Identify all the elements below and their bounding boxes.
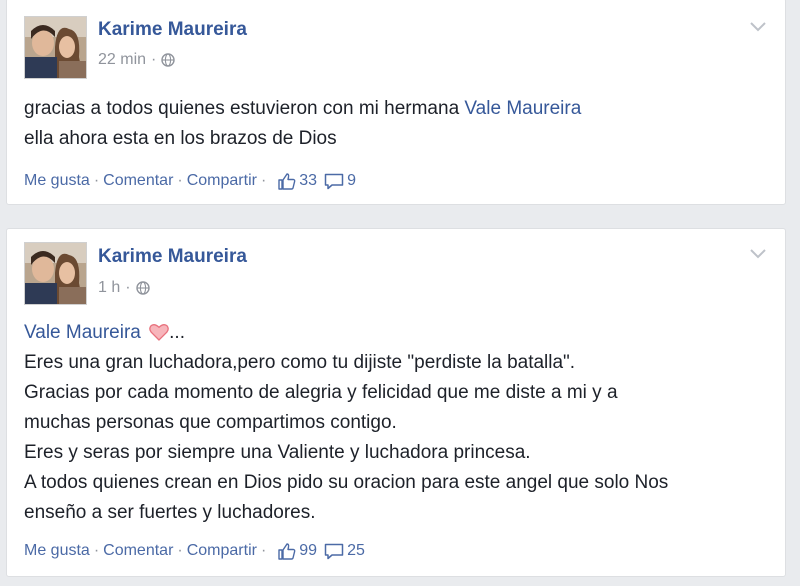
post-text-line: A todos quienes crean en Dios pido su or… — [24, 472, 669, 493]
separator: · — [93, 542, 100, 559]
chevron-down-icon[interactable] — [749, 248, 767, 260]
action-bar: Me gusta · Comentar · Compartir · 33 9 — [24, 172, 356, 190]
comment-count-value: 25 — [347, 542, 365, 559]
separator: · — [260, 172, 267, 189]
post-text: gracias a todos quienes estuvieron con m… — [24, 94, 771, 154]
like-count-value: 99 — [299, 542, 318, 559]
like-count-value: 33 — [299, 172, 318, 189]
mention-link[interactable]: Vale Maureira — [464, 98, 581, 119]
like-button[interactable]: Me gusta — [24, 172, 90, 190]
thumbs-up-icon — [278, 542, 296, 560]
post-meta: 1 h · — [98, 279, 150, 297]
action-bar: Me gusta · Comentar · Compartir · 99 25 — [24, 542, 365, 560]
post-card: Karime Maureira 1 h · Vale Maureira ... … — [6, 228, 786, 577]
globe-icon[interactable] — [135, 281, 150, 295]
share-button[interactable]: Compartir — [187, 542, 257, 560]
post-text-line: Eres una gran luchadora,pero como tu dij… — [24, 352, 576, 373]
post-text-line: enseño a ser fuertes y luchadores. — [24, 502, 316, 523]
comment-icon — [324, 173, 344, 189]
comment-button[interactable]: Comentar — [103, 172, 173, 190]
mention-link[interactable]: Vale Maureira — [24, 322, 141, 343]
post-text-line: Gracias por cada momento de alegria y fe… — [24, 382, 618, 403]
comment-icon — [324, 543, 344, 559]
post-text: Vale Maureira ... Eres una gran luchador… — [24, 318, 771, 528]
comment-count[interactable]: 25 — [324, 542, 365, 560]
timestamp[interactable]: 22 min — [98, 51, 146, 69]
like-count[interactable]: 99 — [278, 542, 317, 560]
globe-icon[interactable] — [161, 53, 176, 67]
post-text-line: ella ahora esta en los brazos de Dios — [24, 128, 337, 149]
comment-count-value: 9 — [347, 172, 356, 189]
comment-count[interactable]: 9 — [324, 172, 356, 190]
separator: · — [177, 172, 183, 189]
thumbs-up-icon — [278, 172, 296, 190]
mention-suffix: ... — [169, 322, 185, 343]
post-text-line: gracias a todos quienes estuvieron con m… — [24, 94, 771, 124]
post-card: Karime Maureira 22 min · gracias a todos… — [6, 0, 786, 205]
author-name[interactable]: Karime Maureira — [98, 19, 247, 41]
post-text-line: muchas personas que compartimos contigo. — [24, 412, 397, 433]
post-text-line: Eres y seras por siempre una Valiente y … — [24, 442, 531, 463]
author-name[interactable]: Karime Maureira — [98, 246, 247, 268]
chevron-down-icon[interactable] — [749, 21, 767, 33]
avatar[interactable] — [24, 242, 87, 305]
comment-button[interactable]: Comentar — [103, 542, 173, 560]
post-text-line: Vale Maureira ... — [24, 318, 771, 348]
post-meta: 22 min · — [98, 51, 176, 69]
separator: · — [93, 172, 100, 189]
like-count[interactable]: 33 — [278, 172, 317, 190]
separator: · — [151, 51, 157, 68]
text-fragment: gracias a todos quienes estuvieron con m… — [24, 98, 465, 119]
like-button[interactable]: Me gusta — [24, 542, 90, 560]
separator: · — [125, 279, 131, 296]
share-button[interactable]: Compartir — [187, 172, 257, 190]
avatar[interactable] — [24, 16, 87, 79]
separator: · — [260, 542, 267, 559]
timestamp[interactable]: 1 h — [98, 279, 120, 297]
separator: · — [177, 542, 183, 559]
heart-icon — [149, 324, 170, 341]
